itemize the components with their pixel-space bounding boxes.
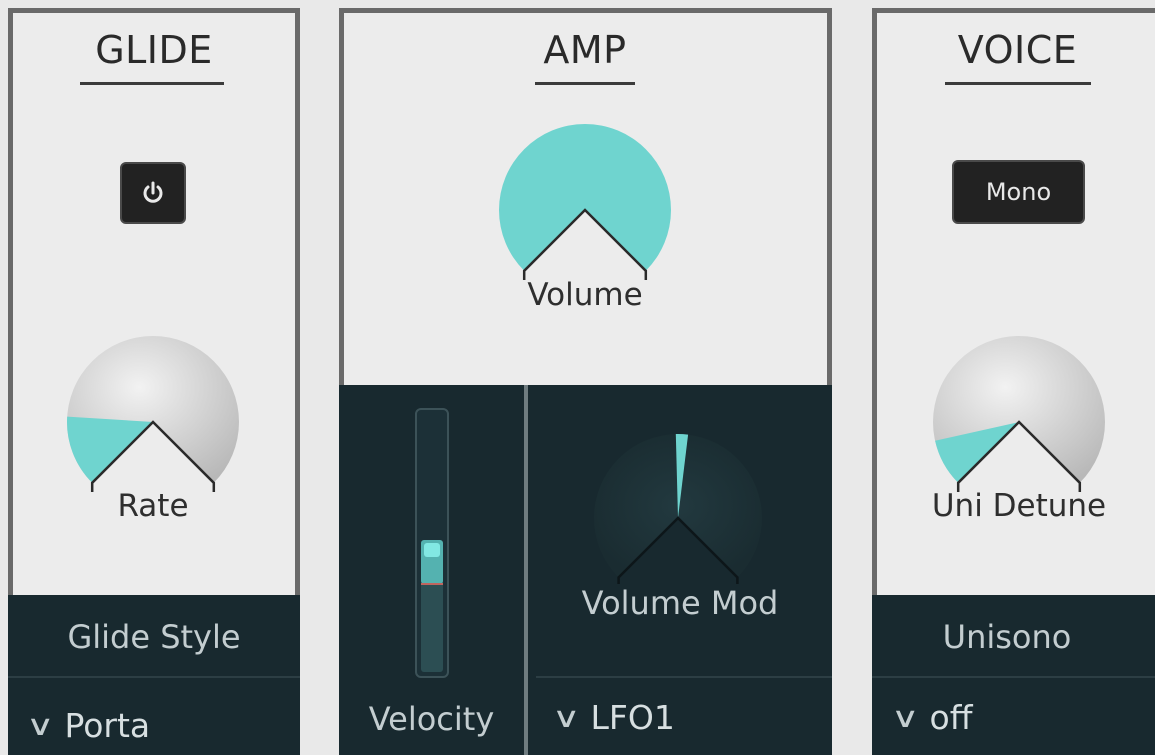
rate-knob[interactable]: [60, 332, 246, 492]
mod-source-dropdown[interactable]: ∨ LFO1: [552, 692, 675, 742]
voice-title: VOICE: [957, 28, 1078, 72]
rate-label: Rate: [117, 488, 189, 524]
volume-mod-label: Volume Mod: [581, 584, 779, 622]
voice-title-underline: [945, 82, 1091, 85]
chevron-down-icon: ∨: [25, 708, 55, 742]
volume-label: Volume: [527, 277, 643, 313]
glide-style-label: Glide Style: [67, 618, 241, 656]
velocity-slider-fill: [421, 579, 443, 672]
uni-detune-label: Uni Detune: [931, 488, 1107, 524]
power-icon: [143, 181, 163, 203]
chevron-down-icon: ∨: [890, 700, 920, 734]
amp-title-underline: [535, 82, 635, 85]
velocity-slider[interactable]: [415, 408, 449, 678]
chevron-down-icon: ∨: [551, 700, 581, 734]
velocity-slider-handle[interactable]: [421, 539, 443, 585]
mono-button[interactable]: Mono: [952, 160, 1085, 224]
unisono-dropdown[interactable]: ∨ off: [891, 692, 973, 742]
glide-style-divider: [8, 676, 300, 678]
glide-power-button[interactable]: [120, 162, 186, 224]
uni-detune-knob[interactable]: [926, 332, 1112, 492]
volume-knob[interactable]: [492, 120, 678, 280]
mono-button-label: Mono: [985, 178, 1052, 206]
mod-source-value: LFO1: [590, 697, 675, 737]
velocity-label: Velocity: [368, 700, 495, 738]
amp-title: AMP: [543, 28, 627, 72]
unisono-value: off: [929, 697, 973, 737]
volume-mod-knob[interactable]: [590, 428, 766, 584]
unisono-divider: [872, 676, 1155, 678]
glide-style-value: Porta: [64, 705, 151, 745]
glide-title: GLIDE: [95, 28, 213, 72]
unisono-label: Unisono: [942, 618, 1072, 656]
glide-title-underline: [80, 82, 224, 85]
glide-style-dropdown[interactable]: ∨ Porta: [26, 700, 151, 750]
volume-mod-divider: [536, 676, 832, 678]
